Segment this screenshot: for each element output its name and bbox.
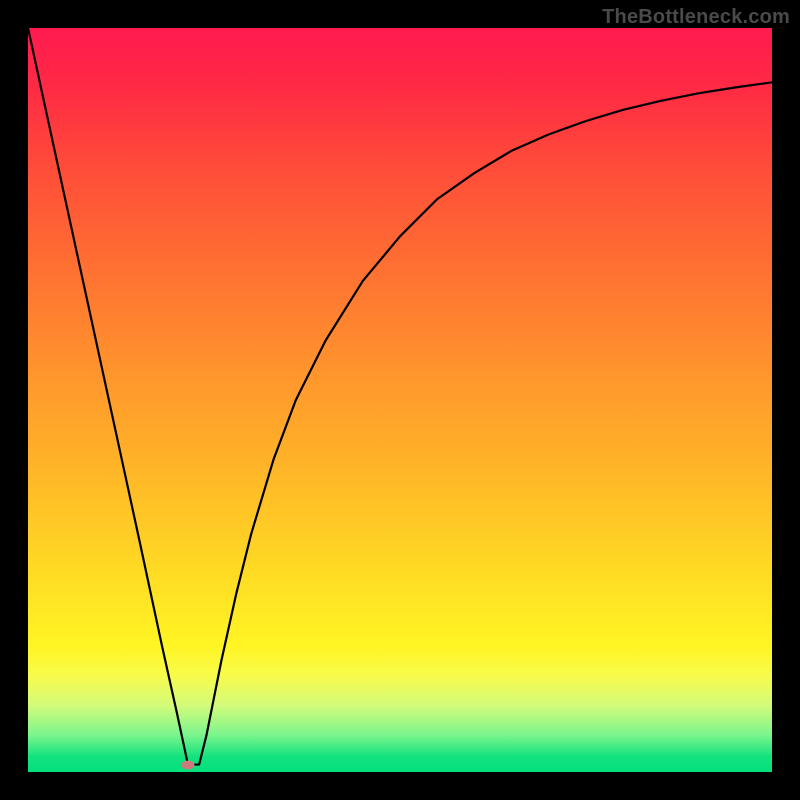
plot-area: [28, 28, 772, 772]
optimal-point-marker: [181, 760, 194, 769]
bottleneck-curve: [28, 28, 772, 772]
chart-frame: TheBottleneck.com: [0, 0, 800, 800]
attribution-text: TheBottleneck.com: [602, 6, 790, 29]
